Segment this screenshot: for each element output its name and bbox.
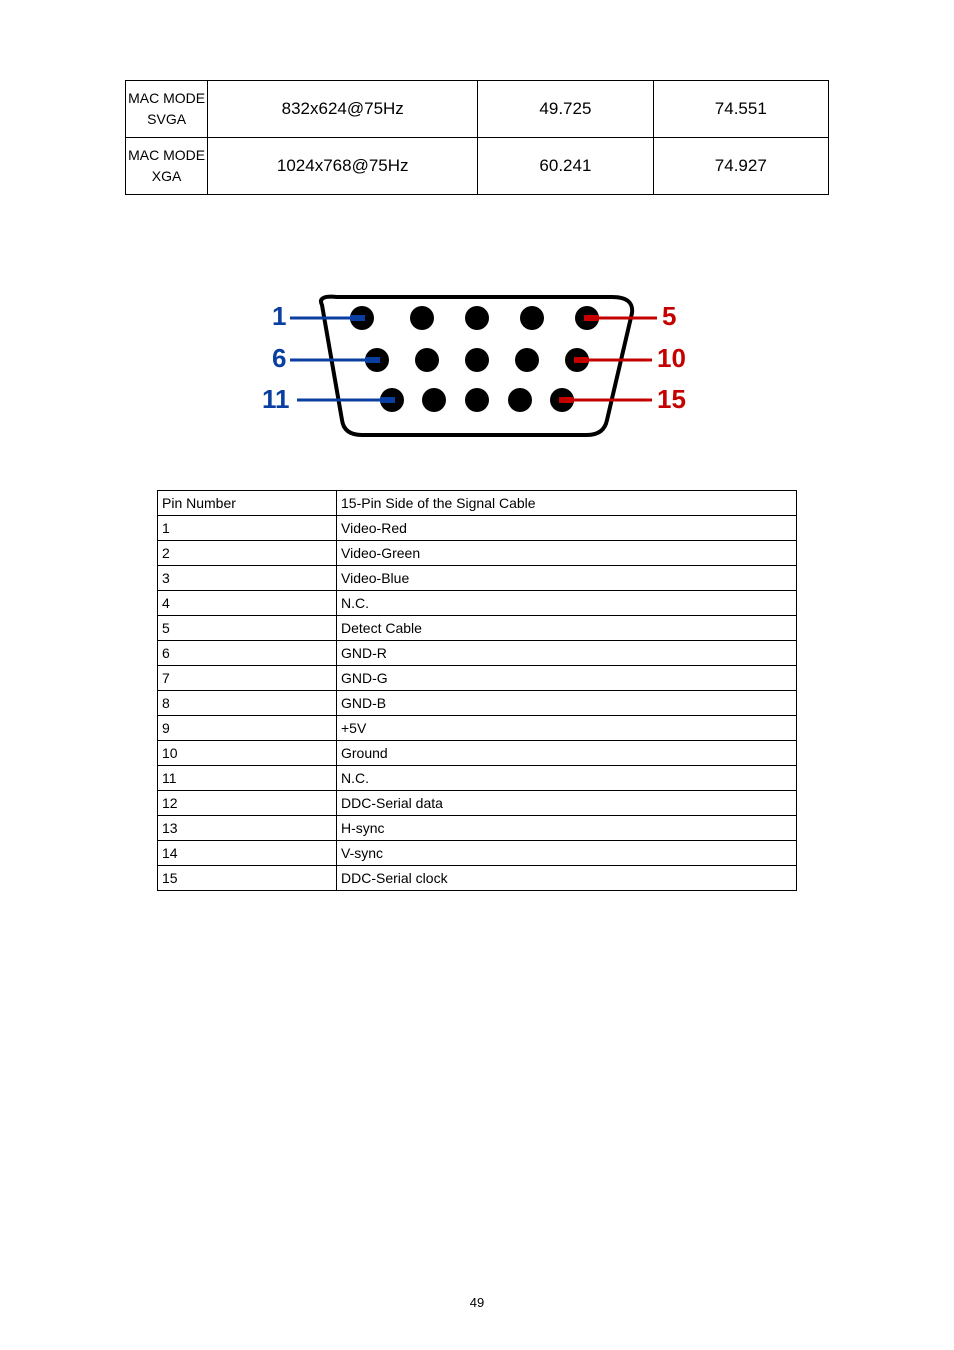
pin-header-number: Pin Number (158, 491, 337, 516)
table-row: MAC MODE SVGA 832x624@75Hz 49.725 74.551 (126, 81, 829, 138)
table-row: 11N.C. (158, 766, 797, 791)
mode-table: MAC MODE SVGA 832x624@75Hz 49.725 74.551… (125, 80, 829, 195)
pin-number: 2 (158, 541, 337, 566)
table-row: 7GND-G (158, 666, 797, 691)
mode-cell: MAC MODE SVGA (126, 81, 208, 138)
pin-desc: Ground (337, 741, 797, 766)
pin-desc: GND-G (337, 666, 797, 691)
pin-desc: GND-B (337, 691, 797, 716)
label-5: 5 (662, 301, 676, 331)
table-row: 14V-sync (158, 841, 797, 866)
pin-number: 1 (158, 516, 337, 541)
pin-number: 9 (158, 716, 337, 741)
pin-desc: H-sync (337, 816, 797, 841)
label-1: 1 (272, 301, 286, 331)
pin-number: 6 (158, 641, 337, 666)
table-row: 13H-sync (158, 816, 797, 841)
table-row: 9+5V (158, 716, 797, 741)
pin-number: 11 (158, 766, 337, 791)
table-row: 5Detect Cable (158, 616, 797, 641)
pin-number: 10 (158, 741, 337, 766)
pin-desc: V-sync (337, 841, 797, 866)
pin-assignment-table: Pin Number 15-Pin Side of the Signal Cab… (157, 490, 797, 891)
table-row: 8GND-B (158, 691, 797, 716)
table-row: MAC MODE XGA 1024x768@75Hz 60.241 74.927 (126, 138, 829, 195)
label-10: 10 (657, 343, 686, 373)
pin-number: 5 (158, 616, 337, 641)
label-11: 11 (262, 384, 290, 414)
table-row: 15DDC-Serial clock (158, 866, 797, 891)
page-number: 49 (0, 1295, 954, 1310)
table-row: 10Ground (158, 741, 797, 766)
resolution-cell: 1024x768@75Hz (208, 138, 478, 195)
pin-desc: Video-Blue (337, 566, 797, 591)
table-row: 6GND-R (158, 641, 797, 666)
pin-number: 4 (158, 591, 337, 616)
pin-desc: DDC-Serial clock (337, 866, 797, 891)
pin-number: 8 (158, 691, 337, 716)
mode-cell: MAC MODE XGA (126, 138, 208, 195)
hfreq-cell: 60.241 (478, 138, 653, 195)
table-row: 2Video-Green (158, 541, 797, 566)
resolution-cell: 832x624@75Hz (208, 81, 478, 138)
pin-desc: N.C. (337, 766, 797, 791)
pin-number: 14 (158, 841, 337, 866)
pin-desc: GND-R (337, 641, 797, 666)
label-6: 6 (272, 343, 286, 373)
hfreq-cell: 49.725 (478, 81, 653, 138)
table-row: 3Video-Blue (158, 566, 797, 591)
pin-number: 15 (158, 866, 337, 891)
vfreq-cell: 74.551 (653, 81, 828, 138)
label-15: 15 (657, 384, 686, 414)
vfreq-cell: 74.927 (653, 138, 828, 195)
table-row: 12DDC-Serial data (158, 791, 797, 816)
pin-header-desc: 15-Pin Side of the Signal Cable (337, 491, 797, 516)
pin-desc: Video-Red (337, 516, 797, 541)
connector-diagram: 1 6 11 5 10 15 (262, 285, 692, 450)
pin-number: 3 (158, 566, 337, 591)
table-header-row: Pin Number 15-Pin Side of the Signal Cab… (158, 491, 797, 516)
table-row: 1Video-Red (158, 516, 797, 541)
pin-desc: N.C. (337, 591, 797, 616)
table-row: 4N.C. (158, 591, 797, 616)
pin-number: 13 (158, 816, 337, 841)
pin-number: 7 (158, 666, 337, 691)
pin-desc: Detect Cable (337, 616, 797, 641)
pin-desc: +5V (337, 716, 797, 741)
pin-desc: Video-Green (337, 541, 797, 566)
pin-desc: DDC-Serial data (337, 791, 797, 816)
pin-number: 12 (158, 791, 337, 816)
